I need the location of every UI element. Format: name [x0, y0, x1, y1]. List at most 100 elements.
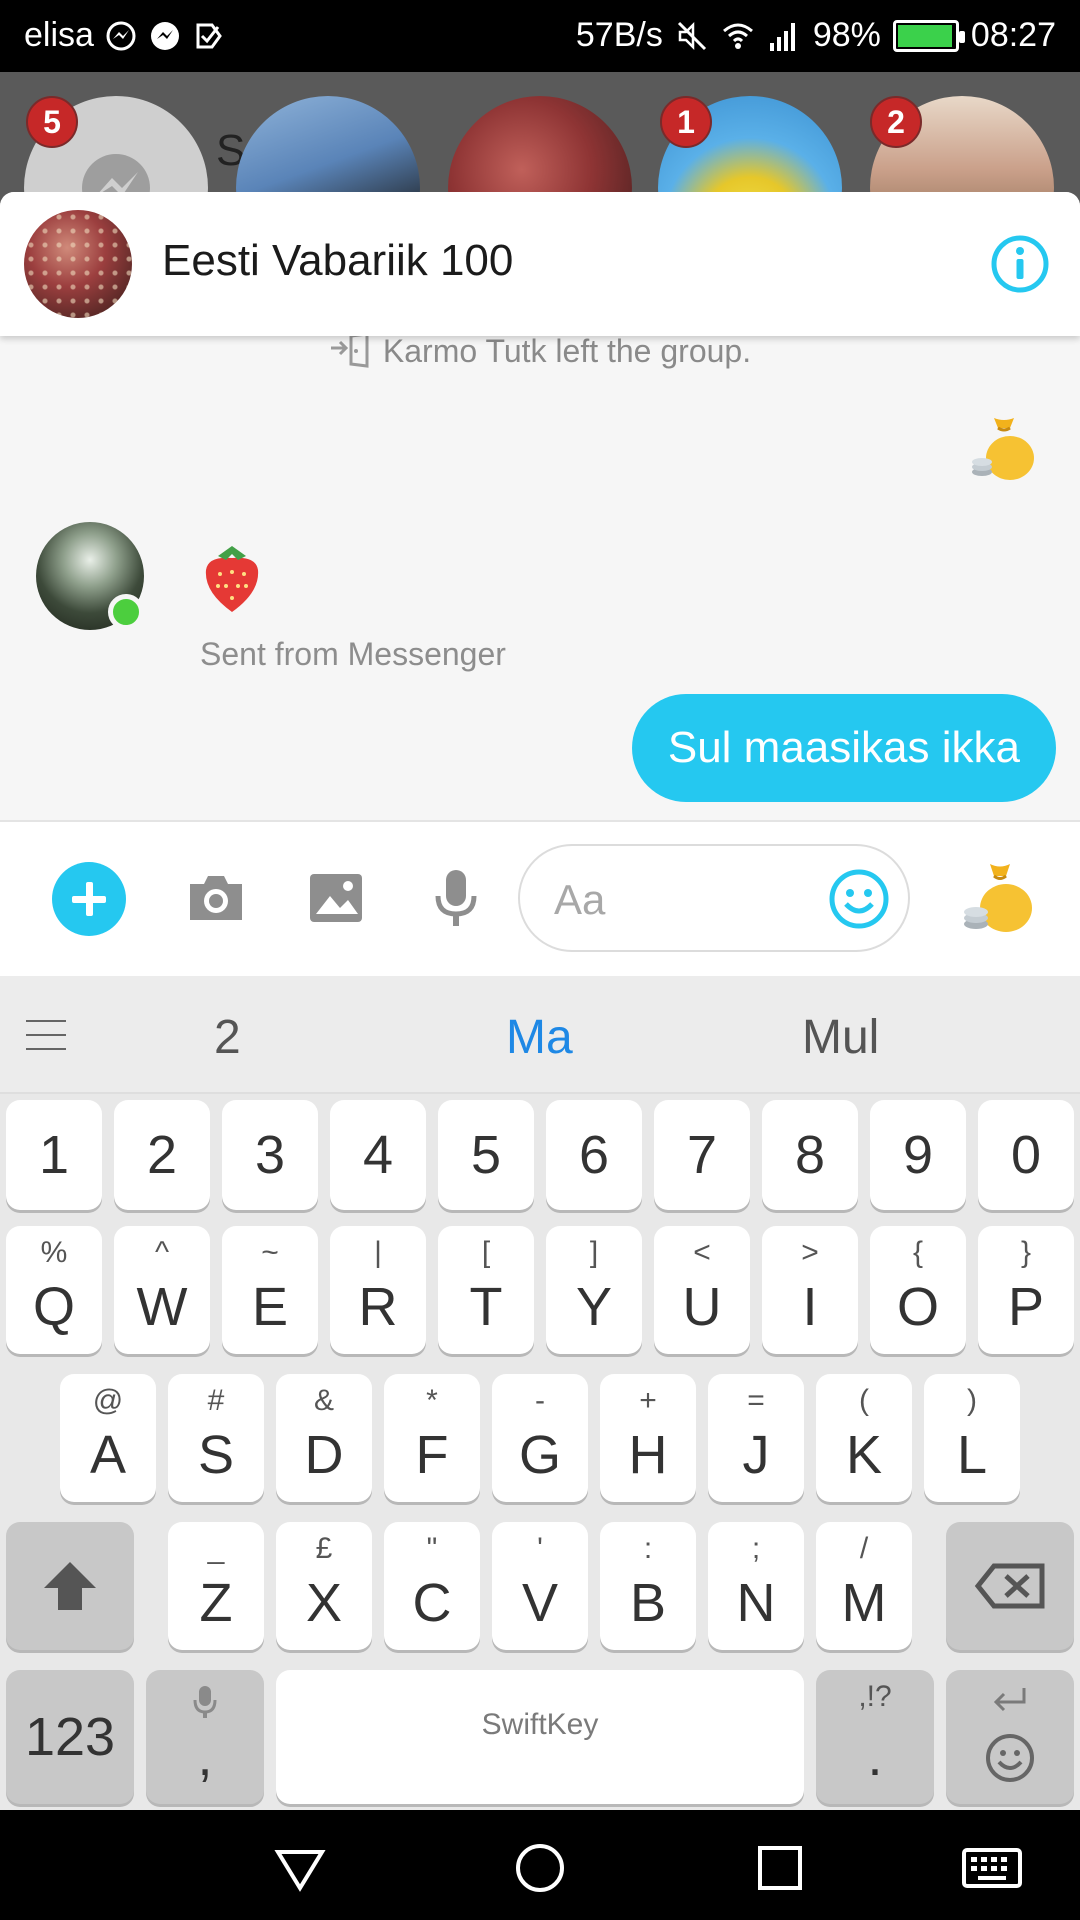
key-label: N [736, 1573, 776, 1633]
key-label: 1 [38, 1125, 70, 1185]
key-o[interactable]: {O [870, 1226, 966, 1354]
shift-key[interactable] [6, 1522, 134, 1650]
key-0[interactable]: 0 [978, 1100, 1074, 1210]
back-icon[interactable] [272, 1840, 328, 1896]
info-icon[interactable] [990, 234, 1050, 294]
key-label: T [469, 1277, 503, 1337]
emoji-icon[interactable] [828, 868, 890, 930]
key-label: E [251, 1277, 289, 1337]
key-label: 7 [686, 1125, 718, 1185]
key-v[interactable]: ' V [492, 1522, 588, 1650]
microphone-icon[interactable] [424, 866, 488, 930]
enter-icon [993, 1688, 1026, 1712]
key-u[interactable]: < U [654, 1226, 750, 1354]
key-d[interactable]: & D [276, 1374, 372, 1502]
chat-header: Eesti Vabariik 100 [0, 192, 1080, 336]
key-alt-label: | [374, 1236, 382, 1269]
key-label: O [896, 1277, 939, 1337]
messenger-icon [150, 21, 179, 50]
composer-bar [0, 820, 1080, 976]
money-bag-quick-reaction-icon[interactable] [960, 858, 1038, 936]
add-button[interactable] [52, 862, 126, 936]
key-e[interactable]: ~ E [222, 1226, 318, 1354]
recents-icon[interactable] [752, 1840, 808, 1896]
message-input-wrap [518, 844, 910, 952]
key-w[interactable]: ^ W [114, 1226, 210, 1354]
group-avatar[interactable] [24, 210, 132, 318]
keyboard-switch-icon[interactable] [960, 1840, 1024, 1896]
space-bar[interactable]: SwiftKey [276, 1670, 804, 1804]
chat-heads-bar: S 5 1 2 [0, 72, 1080, 212]
key-i[interactable]: > I [762, 1226, 858, 1354]
suggestion-left[interactable]: 2 [214, 1010, 241, 1065]
key-k[interactable]: (K [816, 1374, 912, 1502]
status-bar: elisa 57B/s 98% 08:27 [0, 0, 1080, 72]
key-label: 8 [794, 1125, 826, 1185]
key-q[interactable]: % Q [6, 1226, 102, 1354]
message-input[interactable] [554, 872, 814, 928]
camera-icon[interactable] [184, 866, 248, 930]
period-key[interactable]: ,!?. [816, 1670, 934, 1804]
key-alt-label: @ [92, 1384, 124, 1417]
signal-icon [769, 22, 795, 51]
suggestion-right[interactable]: Mul [802, 1010, 879, 1065]
key-7[interactable]: 7 [654, 1100, 750, 1210]
backspace-key[interactable] [946, 1522, 1074, 1650]
key-z[interactable]: _ Z [168, 1522, 264, 1650]
key-alt-label: £ [315, 1532, 333, 1565]
key-c[interactable]: " C [384, 1522, 480, 1650]
key-4[interactable]: 4 [330, 1100, 426, 1210]
key-alt-label: } [1020, 1236, 1032, 1269]
key-a[interactable]: @ A [60, 1374, 156, 1502]
key-1[interactable]: 1 [6, 1100, 102, 1210]
enter-emoji-key[interactable] [946, 1670, 1074, 1804]
unread-badge: 1 [660, 96, 712, 148]
key-alt-label: + [639, 1384, 657, 1417]
key-l[interactable]: ) L [924, 1374, 1020, 1502]
home-icon[interactable] [512, 1840, 568, 1896]
outgoing-message-bubble[interactable]: Sul maasikas ikka [631, 694, 1056, 802]
key-2[interactable]: 2 [114, 1100, 210, 1210]
voice-input-icon [193, 1686, 217, 1718]
gallery-icon[interactable] [304, 866, 368, 930]
key-alt-label: " [426, 1532, 438, 1565]
key-3[interactable]: 3 [222, 1100, 318, 1210]
key-alt-label: > [801, 1236, 819, 1269]
key-h[interactable]: + H [600, 1374, 696, 1502]
key-label: 2 [146, 1125, 178, 1185]
key-label: A [89, 1425, 127, 1485]
key-x[interactable]: £ X [276, 1522, 372, 1650]
key-alt-label: [ [481, 1236, 491, 1269]
key-t[interactable]: [T [438, 1226, 534, 1354]
key-f[interactable]: * F [384, 1374, 480, 1502]
key-label: J [742, 1425, 770, 1485]
key-label: C [412, 1573, 452, 1633]
hamburger-menu-icon[interactable] [26, 1020, 66, 1052]
key-9[interactable]: 9 [870, 1100, 966, 1210]
carrier-name: elisa [24, 16, 94, 54]
key-label: G [518, 1425, 561, 1485]
suggestion-center[interactable]: Ma [506, 1010, 573, 1065]
sent-from-label: Sent from Messenger [200, 636, 506, 672]
key-r[interactable]: | R [330, 1226, 426, 1354]
comma-key[interactable]: , [146, 1670, 264, 1804]
chat-title[interactable]: Eesti Vabariik 100 [162, 236, 513, 286]
key-alt-label: - [535, 1384, 545, 1417]
navigation-bar [0, 1810, 1080, 1920]
key-g[interactable]: -G [492, 1374, 588, 1502]
key-n[interactable]: ; N [708, 1522, 804, 1650]
key-5[interactable]: 5 [438, 1100, 534, 1210]
money-bag-sticker[interactable] [968, 412, 1040, 484]
key-b[interactable]: :B [600, 1522, 696, 1650]
key-m[interactable]: / M [816, 1522, 912, 1650]
numbers-mode-key[interactable]: 123 [6, 1670, 134, 1804]
key-8[interactable]: 8 [762, 1100, 858, 1210]
key-p[interactable]: } P [978, 1226, 1074, 1354]
key-6[interactable]: 6 [546, 1100, 642, 1210]
key-s[interactable]: # S [168, 1374, 264, 1502]
key-label: X [305, 1573, 343, 1633]
unread-badge: 5 [26, 96, 78, 148]
key-j[interactable]: = J [708, 1374, 804, 1502]
key-label: S [197, 1425, 235, 1485]
key-y[interactable]: ] Y [546, 1226, 642, 1354]
